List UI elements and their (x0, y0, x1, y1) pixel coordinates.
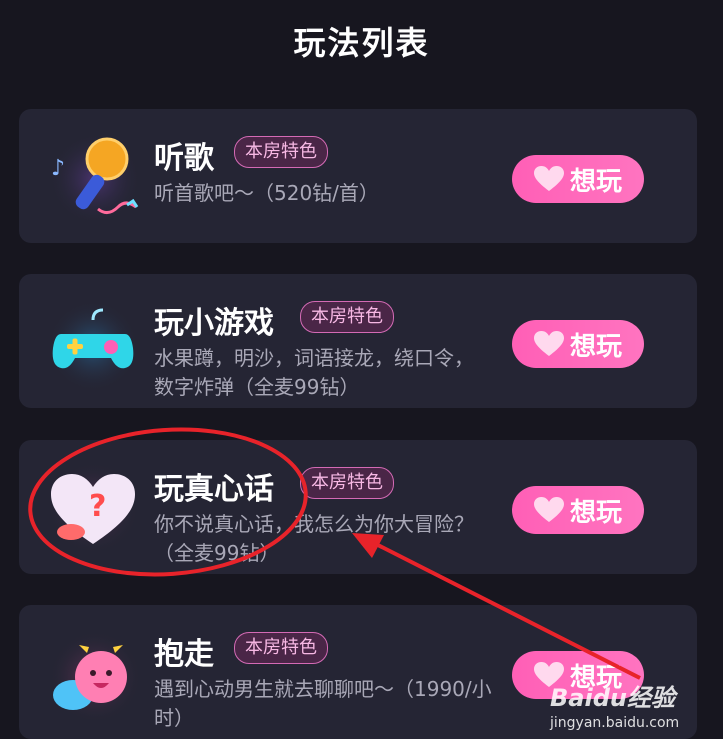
heart-icon (533, 166, 564, 191)
want-play-label: 想玩 (569, 331, 622, 362)
cute-face-icon (49, 631, 141, 721)
game-description: 遇到心动男生就去聊聊吧～（1990/小时） (154, 677, 492, 730)
svg-text:?: ? (89, 489, 106, 524)
game-description: 听首歌吧～（520钻/首） (154, 181, 379, 205)
want-play-label: 想玩 (569, 166, 622, 197)
game-card-listen-song[interactable]: ♪ 听歌 本房特色 听首歌吧～（520钻/首） 想玩 (19, 109, 697, 243)
game-description: 你不说真心话，我怎么为你大冒险？（全麦99钻） (154, 512, 474, 565)
want-play-button[interactable]: 想玩 (512, 155, 644, 203)
heart-icon (533, 497, 564, 522)
game-card-mini-games[interactable]: 玩小游戏 本房特色 水果蹲，明沙，词语接龙，绕口令，数字炸弹（全麦99钻） 想玩 (19, 274, 697, 408)
feature-badge: 本房特色 (300, 467, 394, 499)
watermark-url: jingyan.baidu.com (550, 715, 680, 731)
game-description: 水果蹲，明沙，词语接龙，绕口令，数字炸弹（全麦99钻） (154, 346, 474, 399)
want-play-button[interactable]: 想玩 (512, 320, 644, 368)
feature-badge: 本房特色 (234, 136, 328, 168)
want-play-label: 想玩 (569, 497, 622, 528)
svg-text:♪: ♪ (51, 156, 65, 181)
watermark: Baidu经验 jingyan.baidu.com (550, 678, 679, 731)
heart-question-icon: ? (47, 462, 139, 554)
game-name: 听歌 (154, 141, 214, 176)
game-name: 玩小游戏 (154, 306, 274, 341)
game-name: 抱走 (154, 637, 214, 672)
want-play-button[interactable]: 想玩 (512, 486, 644, 534)
game-name: 玩真心话 (154, 472, 274, 507)
microphone-icon: ♪ (49, 133, 141, 225)
gamepad-icon (47, 300, 139, 390)
feature-badge: 本房特色 (234, 632, 328, 664)
page-title: 玩法列表 (293, 24, 430, 62)
watermark-brand: Baidu经验 (550, 684, 675, 712)
game-card-truth[interactable]: ? 玩真心话 本房特色 你不说真心话，我怎么为你大冒险？（全麦99钻） 想玩 (19, 440, 697, 574)
feature-badge: 本房特色 (300, 301, 394, 333)
heart-icon (533, 331, 564, 356)
